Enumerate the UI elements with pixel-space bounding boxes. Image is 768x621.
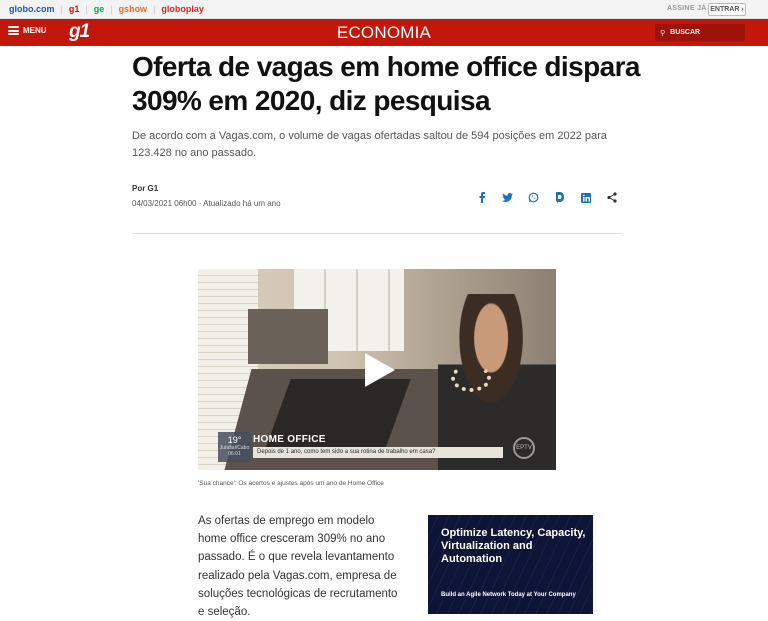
weather-temperature: 19°	[227, 435, 242, 445]
login-label: ENTRAR	[710, 6, 740, 13]
search-button[interactable]: ⚲ BUSCAR	[655, 24, 745, 41]
link-separator: |	[153, 4, 156, 14]
header-divider	[132, 233, 622, 234]
article-subtitle: De acordo com a Vagas.com, o volume de v…	[132, 130, 607, 159]
link-separator: |	[110, 4, 113, 14]
article-byline: Por G1	[132, 184, 159, 193]
broadcaster-badge: EPTV	[513, 437, 535, 459]
messenger-icon[interactable]	[552, 191, 567, 204]
site-header: MENU g1 ECONOMIA ⚲ BUSCAR	[0, 19, 768, 46]
article-body-paragraph: As ofertas de emprego em modelo home off…	[198, 515, 398, 619]
globo-top-bar: globo.com | g1 | ge | gshow | globoplay …	[0, 0, 768, 19]
search-label: BUSCAR	[670, 29, 701, 36]
lower-third-caption: Depois de 1 ano, como tem sido a sua rot…	[253, 447, 503, 458]
article-dateline: 04/03/2021 06h00 · Atualizado há um ano	[132, 199, 281, 208]
link-separator: |	[85, 4, 88, 14]
globoplay-link[interactable]: globoplay	[161, 3, 204, 15]
link-separator: |	[60, 4, 63, 14]
login-button[interactable]: ENTRAR ›	[708, 3, 746, 16]
search-icon: ⚲	[660, 29, 666, 37]
video-frame-necklace	[451, 364, 491, 392]
gshow-link[interactable]: gshow	[119, 3, 148, 15]
twitter-icon[interactable]	[500, 191, 515, 204]
g1-link[interactable]: g1	[69, 3, 80, 15]
video-caption: 'Sua chance': Os acertos e ajustes após …	[198, 480, 384, 487]
share-bar	[474, 191, 619, 204]
advertisement-banner[interactable]: Optimize Latency, Capacity, Virtualizati…	[428, 515, 593, 614]
ad-subline: Build an Agile Network Today at Your Com…	[441, 592, 576, 598]
lower-third-title: HOME OFFICE	[253, 434, 326, 445]
video-lower-third: 19° Jundiaí/Cabo 06:01 HOME OFFICE Depoi…	[218, 432, 535, 462]
whatsapp-icon[interactable]	[526, 191, 541, 204]
globo-network-links: globo.com | g1 | ge | gshow | globoplay	[9, 3, 204, 15]
video-clock: 06:01	[228, 451, 241, 457]
article-title: Oferta de vagas em home office dispara 3…	[132, 51, 640, 116]
video-frame-notebook	[248, 309, 328, 364]
globo-link[interactable]: globo.com	[9, 3, 55, 15]
facebook-icon[interactable]	[474, 191, 489, 204]
video-player[interactable]: 19° Jundiaí/Cabo 06:01 HOME OFFICE Depoi…	[198, 269, 556, 470]
weather-box: 19° Jundiaí/Cabo 06:01	[218, 432, 251, 462]
ad-headline: Optimize Latency, Capacity, Virtualizati…	[441, 527, 586, 565]
subscribe-link[interactable]: ASSINE JÁ	[667, 5, 707, 12]
chevron-right-icon: ›	[741, 6, 744, 13]
linkedin-icon[interactable]	[578, 191, 593, 204]
ge-link[interactable]: ge	[94, 3, 105, 15]
share-icon[interactable]	[604, 191, 619, 204]
section-title[interactable]: ECONOMIA	[0, 23, 768, 43]
play-icon[interactable]	[365, 353, 395, 387]
